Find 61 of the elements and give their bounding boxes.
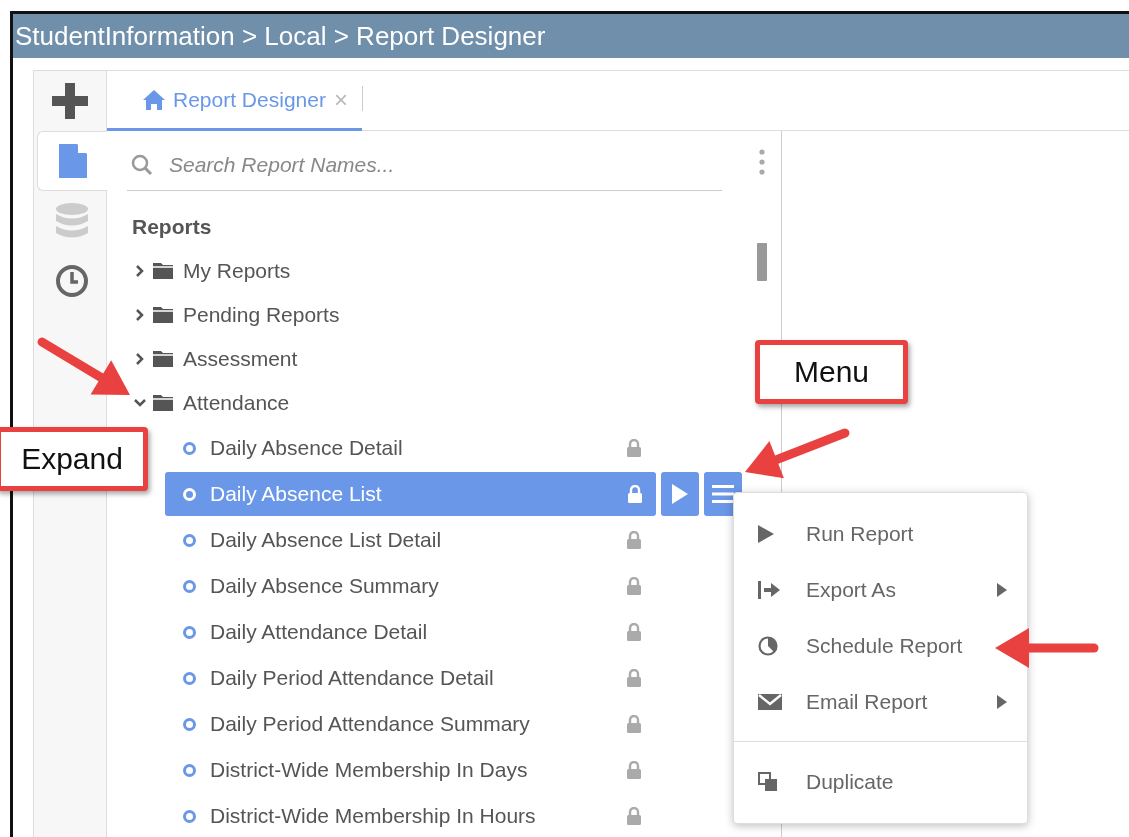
plus-icon: [52, 83, 88, 119]
clock-icon: [55, 264, 89, 298]
folder-label[interactable]: My Reports: [183, 259, 291, 283]
circle-icon: [183, 717, 196, 731]
window-title: StudentInformation > Local > Report Designer: [15, 20, 546, 52]
lock-icon: [627, 531, 641, 549]
submenu-caret-icon: [997, 695, 1007, 709]
circle-icon: [183, 625, 196, 639]
section-heading: Reports: [131, 214, 213, 240]
lock-icon: [627, 669, 641, 687]
lock-icon: [627, 807, 641, 825]
report-item[interactable]: Daily Absence Summary: [165, 564, 651, 608]
lock-icon: [628, 485, 642, 503]
search-field[interactable]: Search Report Names...: [167, 151, 722, 178]
circle-icon: [183, 579, 196, 593]
database-icon: [56, 203, 88, 239]
circle-icon: [183, 809, 196, 823]
circle-icon: [183, 533, 196, 547]
home-icon: [143, 89, 165, 110]
folder-icon: [153, 395, 173, 411]
lock-icon: [627, 623, 641, 641]
report-item[interactable]: District-Wide Membership In Hours: [165, 794, 651, 837]
circle-icon: [183, 441, 196, 455]
circle-icon: [183, 487, 196, 501]
menu-item[interactable]: Email Report: [734, 674, 1027, 730]
folder-icon: [153, 307, 173, 323]
lock-icon: [627, 761, 641, 779]
report-item[interactable]: Daily Attendance Detail: [165, 610, 651, 654]
menu-item[interactable]: Export As: [734, 562, 1027, 618]
lock-icon: [627, 577, 641, 595]
lock-icon: [627, 715, 641, 733]
rail-tab[interactable]: [37, 131, 107, 191]
report-item[interactable]: Daily Period Attendance Summary: [165, 702, 651, 746]
menu-item[interactable]: Run Report: [734, 506, 914, 562]
folder-label[interactable]: Attendance: [183, 391, 290, 415]
circle-icon: [183, 763, 196, 777]
play-icon: [758, 525, 774, 543]
circle-icon: [183, 671, 196, 685]
report-item[interactable]: Daily Period Attendance Detail: [165, 656, 651, 700]
scrollbar-thumb[interactable]: [756, 243, 767, 281]
folder-label[interactable]: Pending Reports: [183, 303, 340, 327]
lock-icon: [627, 439, 641, 457]
pie-icon: [758, 636, 778, 656]
folder-icon: [153, 263, 173, 279]
report-item[interactable]: District-Wide Membership In Days: [165, 748, 651, 792]
document-icon: [58, 144, 87, 178]
export-icon: [758, 581, 780, 599]
report-item[interactable]: Daily Absence Detail: [165, 426, 651, 470]
callout-label: Expand: [0, 427, 148, 491]
search-icon: [131, 153, 153, 176]
menu-item[interactable]: Duplicate: [734, 741, 1027, 809]
copy-icon: [758, 771, 778, 792]
submenu-caret-icon: [997, 583, 1007, 597]
report-item[interactable]: Daily Absence List Detail: [165, 518, 651, 562]
callout-label: Menu: [755, 340, 908, 404]
folder-icon: [153, 351, 173, 367]
play-icon: [672, 484, 688, 504]
run-button[interactable]: [661, 472, 699, 516]
menu-item[interactable]: Schedule Report: [734, 618, 963, 674]
folder-label[interactable]: Assessment: [183, 347, 298, 371]
envelope-icon: [758, 694, 782, 710]
